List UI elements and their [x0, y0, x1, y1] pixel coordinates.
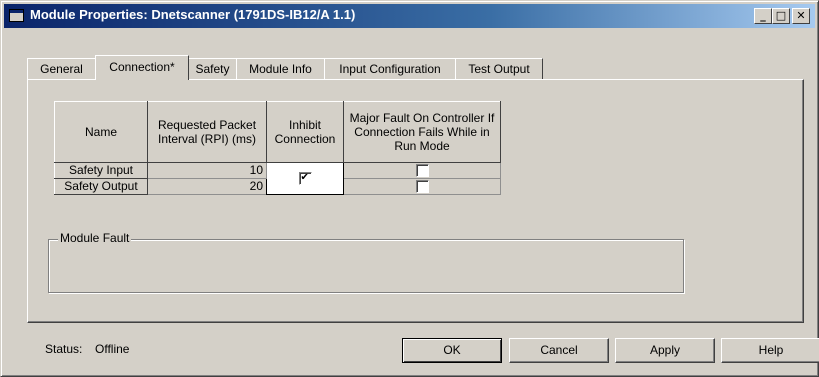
major-fault-cell-safety-input[interactable] — [343, 162, 501, 179]
row-name-safety-output: Safety Output — [54, 178, 148, 195]
table-row: Safety Input 10 — [54, 162, 501, 195]
table-header-row: Name Requested Packet Interval (RPI) (ms… — [54, 101, 501, 163]
rpi-cell-safety-output[interactable]: 20 — [147, 178, 267, 195]
inhibit-checkbox[interactable] — [298, 172, 312, 186]
major-fault-checkbox-safety-input[interactable] — [415, 164, 429, 178]
apply-button[interactable]: Apply — [615, 338, 715, 363]
maximize-button[interactable]: □ — [772, 8, 790, 24]
cancel-button[interactable]: Cancel — [509, 338, 609, 363]
title-bar[interactable]: Module Properties: Dnetscanner (1791DS-I… — [4, 4, 815, 28]
tab-test-output[interactable]: Test Output — [455, 58, 543, 79]
window-title: Module Properties: Dnetscanner (1791DS-I… — [30, 7, 356, 22]
rpi-cell-safety-input[interactable]: 10 — [147, 162, 267, 179]
inhibit-cell-safety-input[interactable] — [266, 162, 344, 195]
major-fault-checkbox-safety-output[interactable] — [415, 180, 429, 194]
app-icon — [9, 9, 24, 22]
header-major-fault: Major Fault On Controller If Connection … — [343, 101, 501, 163]
minimize-button[interactable]: _ — [754, 8, 772, 24]
tab-module-info[interactable]: Module Info — [236, 58, 325, 79]
tab-general[interactable]: General — [27, 58, 96, 79]
tab-connection[interactable]: Connection* — [95, 55, 189, 80]
major-fault-cell-safety-output[interactable] — [343, 178, 501, 195]
status-label: Status: — [45, 342, 83, 356]
module-fault-label: Module Fault — [58, 231, 132, 245]
header-name: Name — [54, 101, 148, 163]
header-inhibit: Inhibit Connection — [266, 101, 344, 163]
help-button[interactable]: Help — [721, 338, 819, 363]
tab-input-configuration[interactable]: Input Configuration — [324, 58, 456, 79]
tab-safety[interactable]: Safety — [188, 58, 237, 79]
status-value: Offline — [95, 342, 130, 356]
row-name-safety-input: Safety Input — [54, 162, 148, 179]
close-button[interactable]: ✕ — [792, 8, 810, 24]
module-fault-groupbox — [48, 239, 684, 293]
ok-button[interactable]: OK — [402, 338, 502, 363]
header-rpi: Requested Packet Interval (RPI) (ms) — [147, 101, 267, 163]
connection-table: Name Requested Packet Interval (RPI) (ms… — [54, 101, 501, 195]
